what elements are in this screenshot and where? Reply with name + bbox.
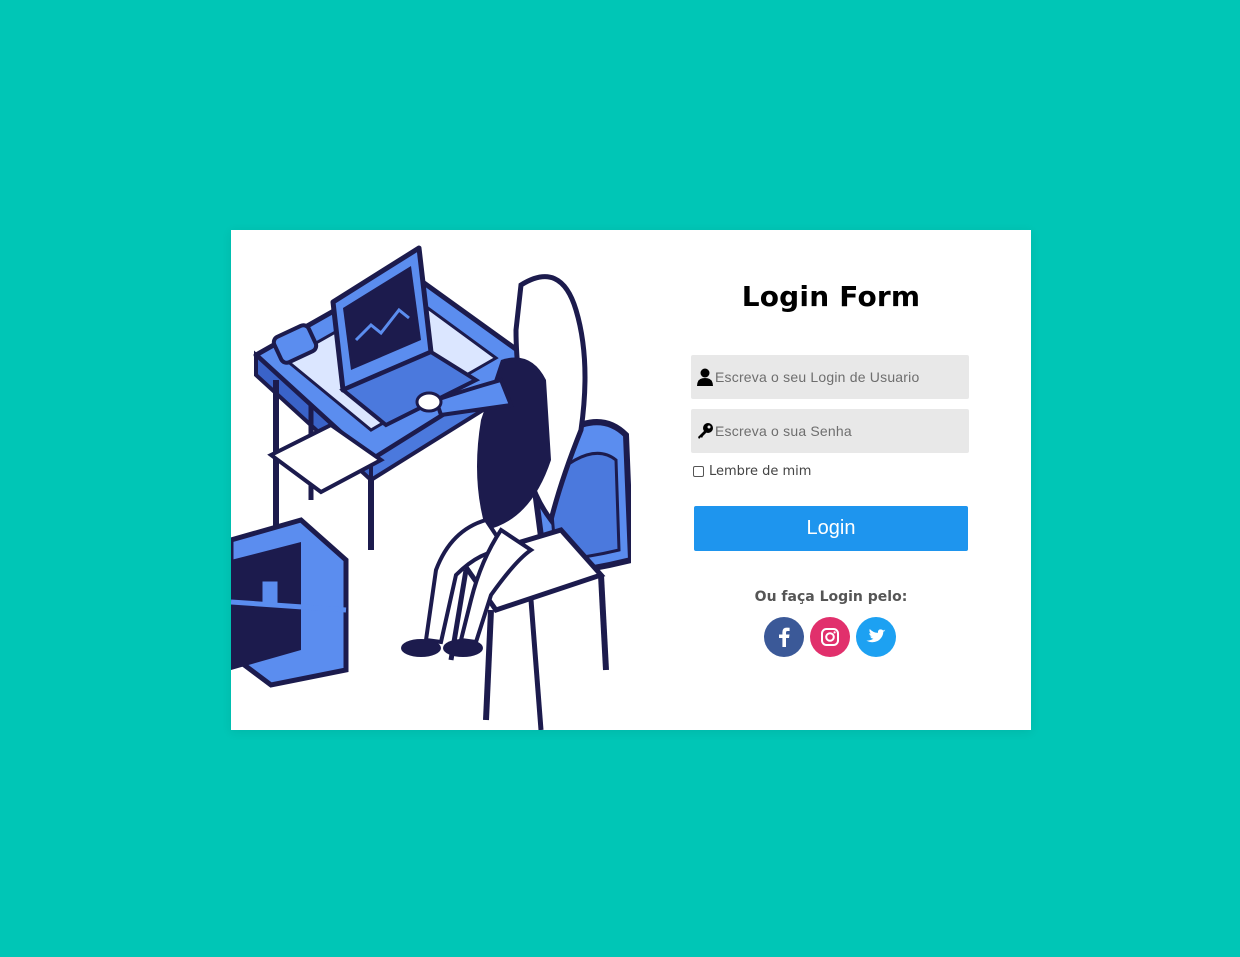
chair-leg-2: [598, 574, 609, 671]
desk-illustration: [231, 245, 631, 730]
alt-login-text: Ou faça Login pelo:: [754, 589, 908, 605]
key-icon: [697, 422, 713, 440]
facebook-icon: [779, 627, 790, 647]
shoe-2: [443, 639, 483, 657]
instagram-button[interactable]: [810, 617, 850, 657]
twitter-icon: [866, 629, 886, 643]
login-card: Login Form Lembre de mim: [231, 230, 1031, 730]
remember-checkbox[interactable]: [693, 465, 704, 477]
chair-leg-1: [483, 609, 494, 721]
password-field[interactable]: [691, 409, 969, 453]
twitter-button[interactable]: [856, 617, 896, 657]
instagram-icon: [821, 628, 839, 646]
woman-hand: [415, 391, 443, 413]
illustration-woman-at-desk: [231, 230, 631, 730]
chair-leg-4: [528, 599, 544, 730]
login-button[interactable]: Login: [694, 506, 968, 551]
username-field[interactable]: [691, 355, 969, 399]
remember-label: Lembre de mim: [709, 463, 812, 479]
social-login-buttons: [764, 617, 896, 657]
facebook-button[interactable]: [764, 617, 804, 657]
user-icon: [697, 368, 713, 386]
form-title: Login Form: [741, 280, 921, 313]
password-input[interactable]: [715, 409, 965, 453]
login-form: Login Form Lembre de mim: [631, 230, 1031, 730]
remember-me[interactable]: Lembre de mim: [693, 462, 811, 480]
username-input[interactable]: [715, 355, 965, 399]
shoe-1: [401, 639, 441, 657]
